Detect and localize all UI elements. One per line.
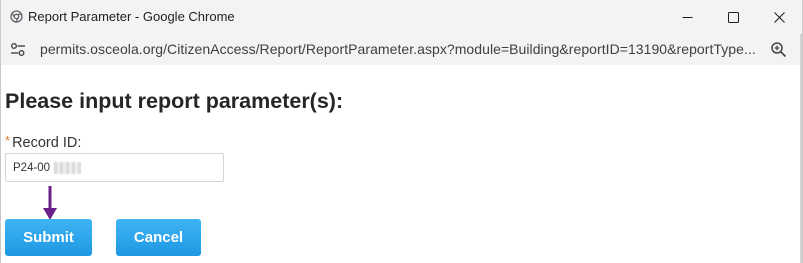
record-id-label-text: Record ID: (12, 135, 82, 151)
tune-icon[interactable] (10, 42, 26, 57)
maximize-button[interactable] (710, 0, 756, 34)
arrow-down-icon (42, 186, 58, 222)
zoom-icon[interactable] (770, 41, 787, 58)
redacted-text (54, 162, 81, 174)
browser-popup-window: Report Parameter - Google Chrome permits… (0, 0, 803, 263)
required-marker: * (5, 133, 11, 148)
record-id-input[interactable] (5, 153, 224, 182)
window-title: Report Parameter - Google Chrome (28, 9, 235, 24)
submit-button[interactable]: Submit (5, 219, 92, 256)
close-icon (773, 11, 785, 23)
maximize-icon (727, 11, 739, 23)
address-bar: permits.osceola.org/CitizenAccess/Report… (1, 34, 802, 65)
url-text[interactable]: permits.osceola.org/CitizenAccess/Report… (40, 41, 756, 57)
title-bar: Report Parameter - Google Chrome (1, 0, 802, 34)
chrome-icon (10, 10, 23, 23)
minimize-button[interactable] (664, 0, 710, 34)
report-parameter-page: Please input report parameter(s): * Recor… (1, 65, 802, 263)
minimize-icon (682, 12, 693, 23)
page-heading: Please input report parameter(s): (5, 89, 344, 113)
cancel-button[interactable]: Cancel (116, 219, 201, 256)
close-button[interactable] (756, 0, 802, 34)
record-id-label: * Record ID: (5, 133, 81, 151)
window-edge (800, 34, 802, 263)
